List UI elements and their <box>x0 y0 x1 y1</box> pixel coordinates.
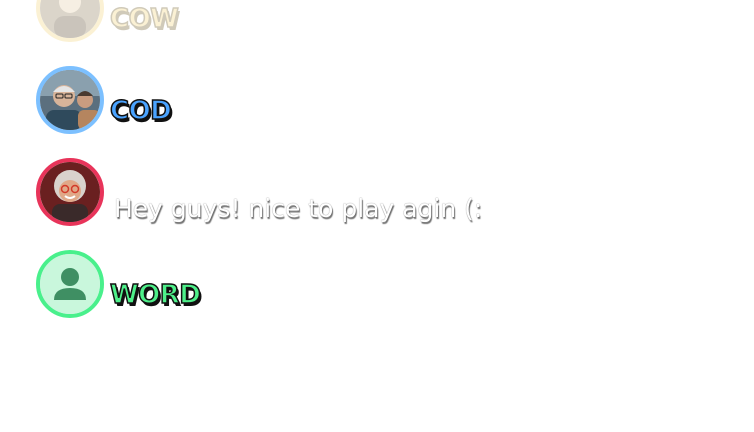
player-avatar[interactable] <box>36 66 104 134</box>
chat-entry: COD <box>36 66 736 134</box>
player-avatar[interactable] <box>36 158 104 226</box>
player-avatar[interactable] <box>36 250 104 318</box>
player-photo-icon <box>40 70 100 130</box>
guessed-word: COD <box>109 95 172 127</box>
chat-entry: WORD <box>36 250 736 318</box>
chat-entry: COW <box>36 0 736 42</box>
chat-feed: COW COD Hey guys! nice to play agin (: W… <box>0 0 754 432</box>
guessed-word: WORD <box>109 279 201 311</box>
player-photo-icon <box>40 0 100 38</box>
player-photo-icon <box>40 162 100 222</box>
chat-entry: Hey guys! nice to play agin (: <box>36 158 736 226</box>
player-avatar[interactable] <box>36 0 104 42</box>
guessed-word: COW <box>109 3 179 35</box>
default-user-icon <box>40 254 100 314</box>
chat-message: Hey guys! nice to play agin (: <box>114 194 483 223</box>
